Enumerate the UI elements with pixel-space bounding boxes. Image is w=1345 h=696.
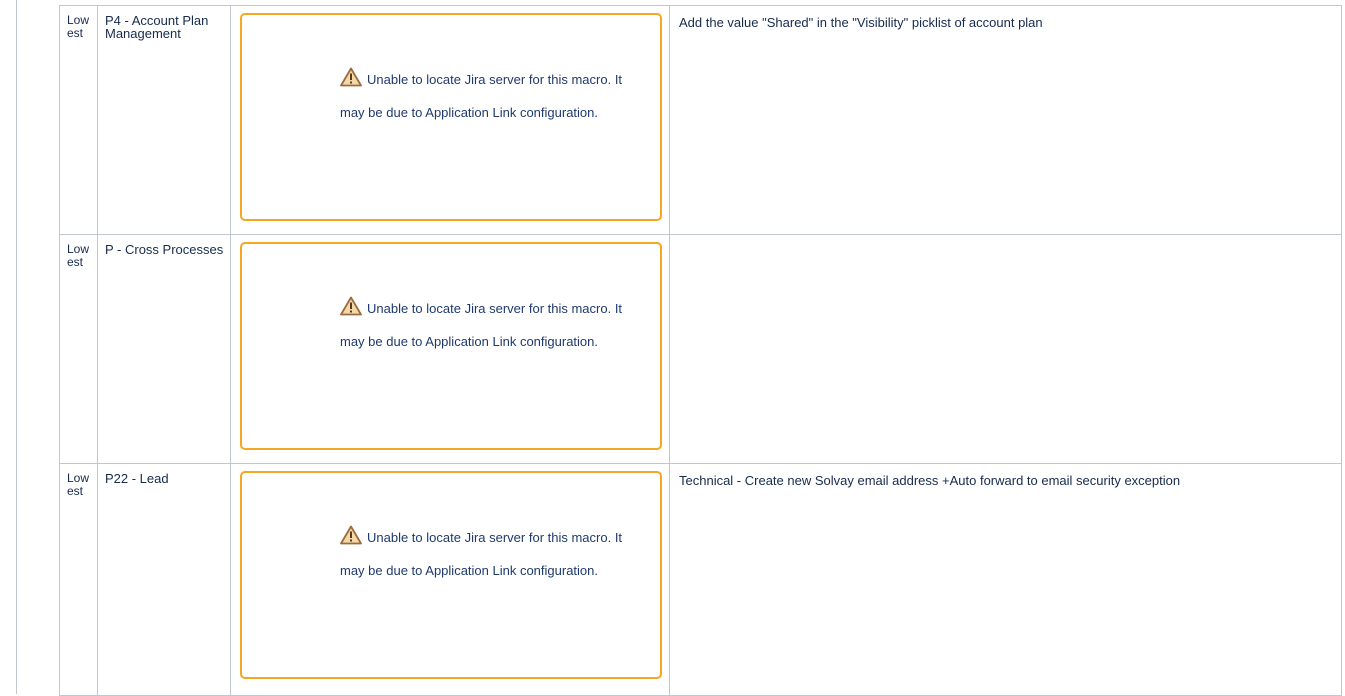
issues-table: Lowest P4 - Account Plan Management Unab…	[59, 5, 1342, 696]
table-row: Lowest P4 - Account Plan Management Unab…	[59, 5, 1342, 235]
macro-error-message-block: Unable to locate Jira server for this ma…	[340, 292, 640, 358]
component-cell: P4 - Account Plan Management	[97, 5, 231, 235]
page-content: Lowest P4 - Account Plan Management Unab…	[0, 0, 1345, 696]
warning-triangle-icon	[340, 67, 362, 87]
jira-macro-cell: Unable to locate Jira server for this ma…	[230, 5, 670, 235]
jira-macro-error-box: Unable to locate Jira server for this ma…	[240, 471, 662, 679]
jira-macro-cell: Unable to locate Jira server for this ma…	[230, 463, 670, 696]
priority-text: Lowest	[67, 471, 90, 498]
macro-error-message-block: Unable to locate Jira server for this ma…	[340, 63, 640, 129]
macro-error-text: Unable to locate Jira server for this ma…	[340, 530, 623, 578]
macro-error-text: Unable to locate Jira server for this ma…	[340, 72, 623, 120]
priority-cell: Lowest	[59, 234, 98, 464]
description-cell: Technical - Create new Solvay email addr…	[669, 463, 1342, 696]
priority-cell: Lowest	[59, 463, 98, 696]
component-text: P22 - Lead	[105, 471, 169, 486]
description-cell: Add the value "Shared" in the "Visibilit…	[669, 5, 1342, 235]
description-cell	[669, 234, 1342, 464]
priority-text: Lowest	[67, 242, 90, 269]
table-row: Lowest P22 - Lead Unable to locate Jira …	[59, 463, 1342, 696]
warning-triangle-icon	[340, 525, 362, 545]
priority-cell: Lowest	[59, 5, 98, 235]
macro-error-text: Unable to locate Jira server for this ma…	[340, 301, 623, 349]
left-margin-rule	[16, 0, 17, 694]
description-text: Add the value "Shared" in the "Visibilit…	[679, 15, 1043, 30]
component-cell: P - Cross Processes	[97, 234, 231, 464]
priority-text: Lowest	[67, 13, 90, 40]
warning-triangle-icon	[340, 296, 362, 316]
jira-macro-error-box: Unable to locate Jira server for this ma…	[240, 13, 662, 221]
macro-error-message-block: Unable to locate Jira server for this ma…	[340, 521, 640, 587]
component-text: P4 - Account Plan Management	[105, 13, 209, 41]
jira-macro-cell: Unable to locate Jira server for this ma…	[230, 234, 670, 464]
component-cell: P22 - Lead	[97, 463, 231, 696]
jira-macro-error-box: Unable to locate Jira server for this ma…	[240, 242, 662, 450]
table-row: Lowest P - Cross Processes Unable to loc…	[59, 234, 1342, 464]
component-text: P - Cross Processes	[105, 242, 224, 257]
description-text: Technical - Create new Solvay email addr…	[679, 473, 1181, 488]
